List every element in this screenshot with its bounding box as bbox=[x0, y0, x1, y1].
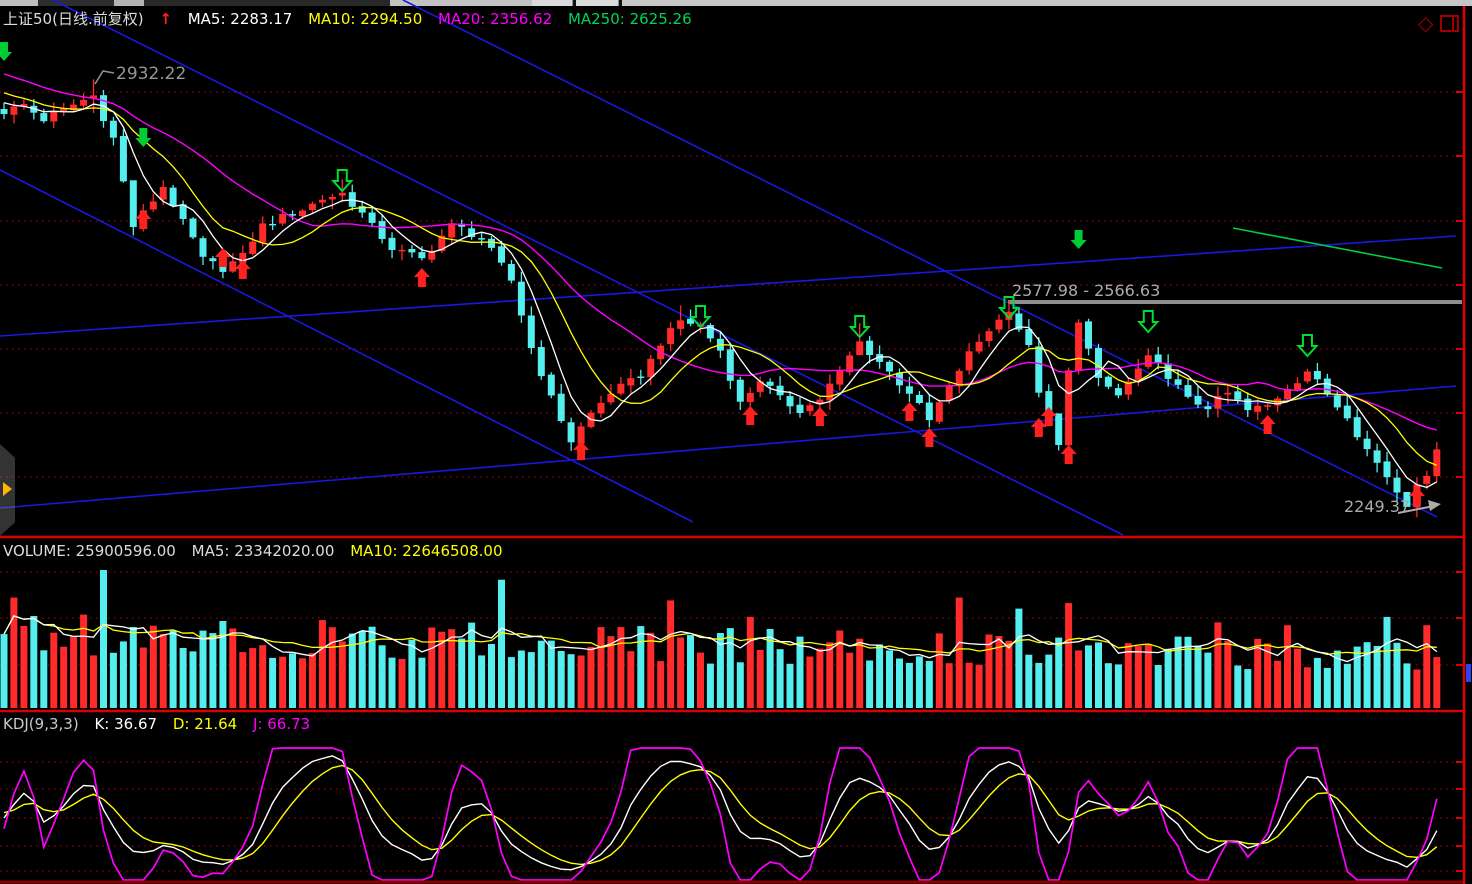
ma10-legend: MA10: 2294.50 bbox=[308, 10, 422, 28]
sell-signal-arrow-hollow bbox=[1298, 335, 1316, 356]
kdj-j-line bbox=[4, 748, 1437, 880]
sell-signal-arrow-hollow bbox=[1139, 311, 1157, 332]
buy-signal-arrow bbox=[1260, 415, 1276, 434]
volume-ma10-label: MA10: 22646508.00 bbox=[350, 542, 502, 560]
buy-signal-arrow bbox=[812, 407, 828, 426]
annotation-pointer bbox=[95, 71, 114, 84]
volume-header: VOLUME: 25900596.00 MA5: 23342020.00 MA1… bbox=[3, 543, 514, 560]
annotation-level: 2577.98 - 2566.63 bbox=[1012, 281, 1160, 300]
buy-signal-arrow bbox=[215, 248, 231, 267]
kdj-header: KDJ(9,3,3) K: 36.67 D: 21.64 J: 66.73 bbox=[3, 716, 321, 733]
kdj-d-label: D: 21.64 bbox=[173, 715, 237, 733]
kdj-k-label: K: 36.67 bbox=[94, 715, 157, 733]
sell-signal-arrow bbox=[1071, 230, 1087, 249]
ma250-line bbox=[1233, 228, 1442, 268]
trendlines[interactable] bbox=[0, 0, 1456, 535]
ma20-legend: MA20: 2356.62 bbox=[438, 10, 552, 28]
symbol-title: 上证50(日线.前复权) bbox=[3, 10, 144, 28]
diamond-icon[interactable]: ◇ bbox=[1418, 13, 1433, 33]
annotation-arrow-head bbox=[1428, 500, 1441, 511]
buy-signal-arrow bbox=[901, 402, 917, 421]
scrollbar-thumb[interactable] bbox=[1466, 664, 1471, 682]
volume-ma5-label: MA5: 23342020.00 bbox=[192, 542, 335, 560]
sell-signal-arrow bbox=[0, 42, 12, 61]
kdj-indicator-label: KDJ(9,3,3) bbox=[3, 715, 79, 733]
main-chart-header: 上证50(日线.前复权) ↑ MA5: 2283.17 MA10: 2294.5… bbox=[3, 11, 703, 28]
chart-corner-controls: ◇ bbox=[1418, 13, 1459, 33]
panel-borders bbox=[0, 6, 1465, 884]
side-panel-handle[interactable] bbox=[0, 444, 15, 536]
buy-signal-arrow bbox=[414, 268, 430, 287]
candlesticks bbox=[1, 79, 1441, 517]
buy-signal-arrow bbox=[235, 260, 251, 279]
trend-up-arrow-icon: ↑ bbox=[159, 10, 172, 28]
expand-right-icon bbox=[3, 482, 12, 496]
window-layout-icon[interactable] bbox=[1440, 15, 1459, 32]
kdj-j-label: J: 66.73 bbox=[253, 715, 310, 733]
ma5-legend: MA5: 2283.17 bbox=[188, 10, 293, 28]
buy-signal-arrow bbox=[1409, 487, 1425, 506]
signal-markers bbox=[0, 42, 1425, 506]
ma250-legend: MA250: 2625.26 bbox=[568, 10, 692, 28]
buy-signal-arrow bbox=[135, 210, 151, 229]
buy-signal-arrow bbox=[742, 406, 758, 425]
annotation-peak: 2932.22 bbox=[116, 64, 186, 84]
volume-value-label: VOLUME: 25900596.00 bbox=[3, 542, 176, 560]
ma5-line bbox=[4, 103, 1437, 488]
app-window: 2932.222577.98 - 2566.632249.37 上证50(日线.… bbox=[0, 0, 1472, 884]
main-gridlines bbox=[0, 92, 1464, 477]
buy-signal-arrow bbox=[1061, 445, 1077, 464]
buy-signal-arrow bbox=[573, 441, 589, 460]
chart-canvas[interactable]: 2932.222577.98 - 2566.632249.37 bbox=[0, 0, 1472, 884]
